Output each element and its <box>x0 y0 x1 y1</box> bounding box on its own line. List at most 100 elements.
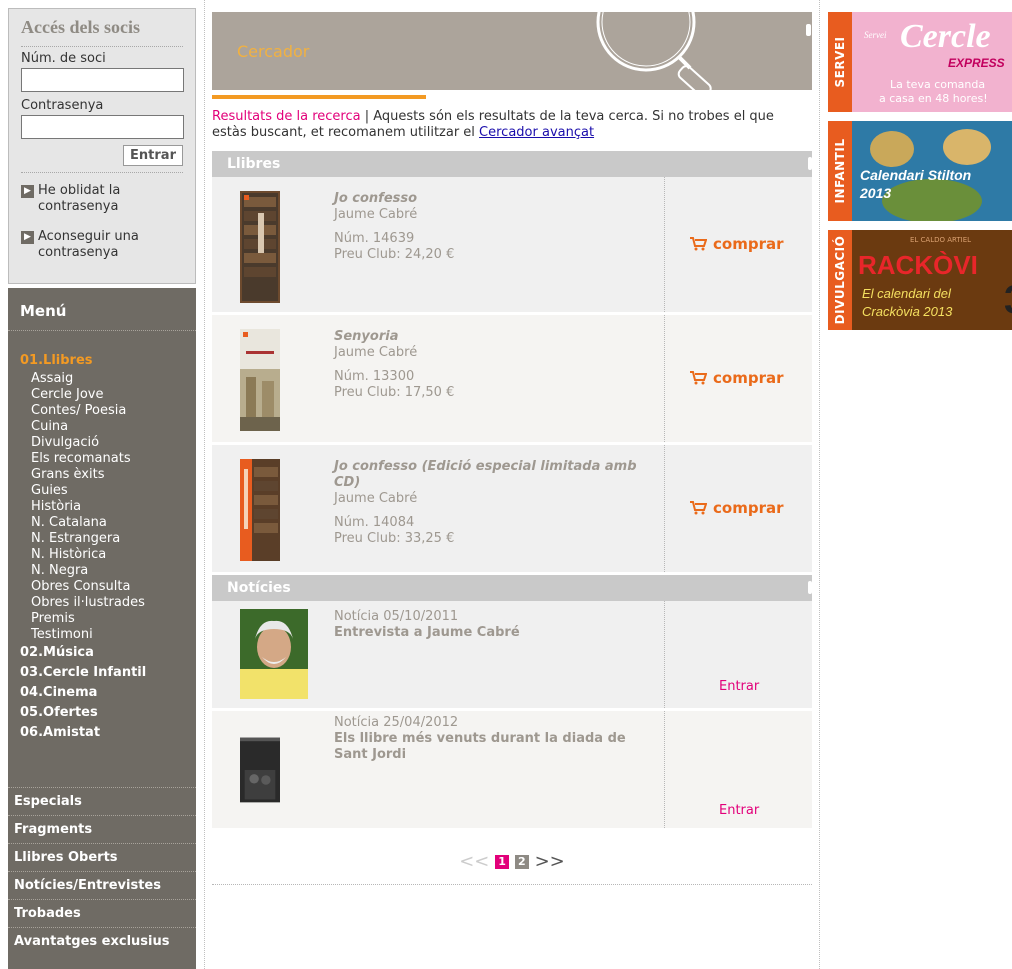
ad-brand-small: Servei <box>864 30 887 40</box>
menu-subcategory[interactable]: N. Estrangera <box>31 531 186 547</box>
news-date: Notícia 05/10/2011 <box>334 609 459 624</box>
ad-crackovia[interactable]: DIVULGACIÓ EL CALDO ARTIEL RACKÒVI 3 El … <box>828 230 1012 330</box>
login-box: Accés dels socis Núm. de soci Contraseny… <box>8 8 196 284</box>
pagination-next[interactable]: >> <box>535 851 565 872</box>
news-cell: Notícia 05/10/2011 Entrevista a Jaume Ca… <box>212 601 665 708</box>
book-cover-image[interactable] <box>240 459 280 561</box>
news-photo[interactable] <box>240 609 308 699</box>
buy-button[interactable]: comprar <box>690 499 783 517</box>
book-title[interactable]: Jo confesso (Edició especial limitada am… <box>334 459 654 491</box>
menu-subcategory[interactable]: Cuina <box>31 419 186 435</box>
menu-category[interactable]: 04.Cinema <box>20 683 186 703</box>
pagination-page[interactable]: 2 <box>514 855 529 869</box>
ad-brand-sub: EXPRESS <box>948 56 1005 70</box>
menu-categories: 01.Llibres Assaig Cercle Jove Contes/ Po… <box>8 331 196 743</box>
book-title[interactable]: Jo confesso <box>334 191 454 207</box>
ad-body: Calendari Stilton 2013 <box>852 121 1012 221</box>
menu-secondary-item[interactable]: Notícies/Entrevistes <box>8 871 196 899</box>
password-label: Contrasenya <box>21 98 104 113</box>
menu-subcategory[interactable]: N. Catalana <box>31 515 186 531</box>
book-title[interactable]: Senyoria <box>334 329 454 345</box>
book-author: Jaume Cabré <box>334 491 418 506</box>
book-author: Jaume Cabré <box>334 207 418 222</box>
login-submit-button[interactable]: Entrar <box>123 145 183 166</box>
book-cover-image[interactable] <box>240 191 280 303</box>
results-intro: Resultats de la recerca | Aquests són el… <box>212 109 812 141</box>
menu-category[interactable]: 03.Cercle Infantil <box>20 663 186 683</box>
book-action-cell: comprar <box>665 315 812 442</box>
ad-number: 3 <box>1004 278 1012 323</box>
news-cell: Notícia 25/04/2012 Els llibre més venuts… <box>212 711 665 828</box>
book-cell: Jo confesso Jaume Cabré Núm. 14639 Preu … <box>212 177 665 312</box>
news-section-header: Notícies <box>212 575 812 601</box>
menu-subcategory[interactable]: Testimoni <box>31 627 186 643</box>
search-banner: Cercador <box>212 12 812 90</box>
menu-category-llibres[interactable]: 01.Llibres <box>20 351 186 371</box>
menu-secondary: Especials Fragments Llibres Oberts Notíc… <box>8 787 196 955</box>
news-date: Notícia 25/04/2012 <box>334 715 459 730</box>
buy-label: comprar <box>713 369 784 387</box>
book-action-cell: comprar <box>665 177 812 312</box>
ad-top: EL CALDO ARTIEL <box>910 236 972 244</box>
ad-line-1: El calendari del <box>862 286 951 301</box>
menu-subcategory[interactable]: Els recomanats <box>31 451 186 467</box>
ad-line-2: a casa en 48 hores! <box>879 92 988 105</box>
book-number: Núm. 13300 <box>334 369 415 384</box>
advanced-search-link[interactable]: Cercador avançat <box>479 125 594 140</box>
menu-secondary-item[interactable]: Llibres Oberts <box>8 843 196 871</box>
menu-secondary-item[interactable]: Trobades <box>8 899 196 927</box>
buy-button[interactable]: comprar <box>690 369 783 387</box>
book-cover-image[interactable] <box>240 329 280 431</box>
menu-category[interactable]: 05.Ofertes <box>20 703 186 723</box>
login-title: Accés dels socis <box>21 17 183 47</box>
ad-line-1: Calendari Stilton <box>860 167 972 183</box>
main-content: Cercador Resultats de la recerca | Aques… <box>212 12 812 885</box>
menu-subcategory[interactable]: N. Negra <box>31 563 186 579</box>
menu-subcategory[interactable]: N. Històrica <box>31 547 186 563</box>
buy-button[interactable]: comprar <box>690 235 783 253</box>
menu-category[interactable]: 06.Amistat <box>20 723 186 743</box>
news-enter-link[interactable]: Entrar <box>719 803 759 818</box>
menu-secondary-item[interactable]: Fragments <box>8 815 196 843</box>
news-title[interactable]: Els llibre més venuts durant la diada de… <box>334 731 644 763</box>
menu-secondary-item[interactable]: Especials <box>8 787 196 815</box>
menu-secondary-item[interactable]: Avantatges exclusius <box>8 927 196 955</box>
book-info: Jo confesso Jaume Cabré Núm. 14639 Preu … <box>334 191 454 312</box>
orange-accent-line <box>212 95 426 99</box>
cart-icon <box>690 501 707 515</box>
menu-category[interactable]: 02.Música <box>20 643 186 663</box>
ad-calendari-stilton[interactable]: INFANTIL Calendari Stilton 2013 <box>828 121 1012 221</box>
book-cell: Jo confesso (Edició especial limitada am… <box>212 445 665 572</box>
book-number: Núm. 14639 <box>334 231 415 246</box>
book-row: Jo confesso (Edició especial limitada am… <box>212 445 812 575</box>
menu-subcategory[interactable]: Obres il·lustrades <box>31 595 186 611</box>
book-price: Preu Club: 17,50 € <box>334 385 455 400</box>
results-lead: Resultats de la recerca <box>212 109 361 124</box>
menu-subcategory[interactable]: Assaig <box>31 371 186 387</box>
get-password-link[interactable]: ▶ Aconseguir una contrasenya <box>21 229 183 261</box>
news-row: Notícia 05/10/2011 Entrevista a Jaume Ca… <box>212 601 812 711</box>
menu-subcategory[interactable]: Guies <box>31 483 186 499</box>
news-enter-link[interactable]: Entrar <box>719 679 759 694</box>
pagination-prev[interactable]: << <box>459 851 489 872</box>
book-price: Preu Club: 33,25 € <box>334 531 455 546</box>
menu-subcategory[interactable]: Cercle Jove <box>31 387 186 403</box>
news-action-cell: Entrar <box>665 711 812 828</box>
menu-subcategory[interactable]: Premis <box>31 611 186 627</box>
news-photo[interactable] <box>240 715 280 825</box>
menu-subcategory[interactable]: Història <box>31 499 186 515</box>
news-title[interactable]: Entrevista a Jaume Cabré <box>334 625 520 641</box>
password-input[interactable] <box>21 115 184 139</box>
ad-body: Servei Cercle EXPRESS La teva comanda a … <box>852 12 1012 112</box>
menu-subcategory[interactable]: Grans èxits <box>31 467 186 483</box>
menu-subcategory[interactable]: Divulgació <box>31 435 186 451</box>
forgot-password-link[interactable]: ▶ He oblidat la contrasenya <box>21 183 183 215</box>
menu-subcategory[interactable]: Contes/ Poesia <box>31 403 186 419</box>
news-info: Notícia 25/04/2012 Els llibre més venuts… <box>334 715 644 828</box>
left-sidebar: Accés dels socis Núm. de soci Contraseny… <box>8 8 196 969</box>
cart-icon <box>690 371 707 385</box>
menu-subcategory[interactable]: Obres Consulta <box>31 579 186 595</box>
pagination-page-current[interactable]: 1 <box>495 855 510 869</box>
member-number-input[interactable] <box>21 68 184 92</box>
ad-cercle-express[interactable]: SERVEI Servei Cercle EXPRESS La teva com… <box>828 12 1012 112</box>
